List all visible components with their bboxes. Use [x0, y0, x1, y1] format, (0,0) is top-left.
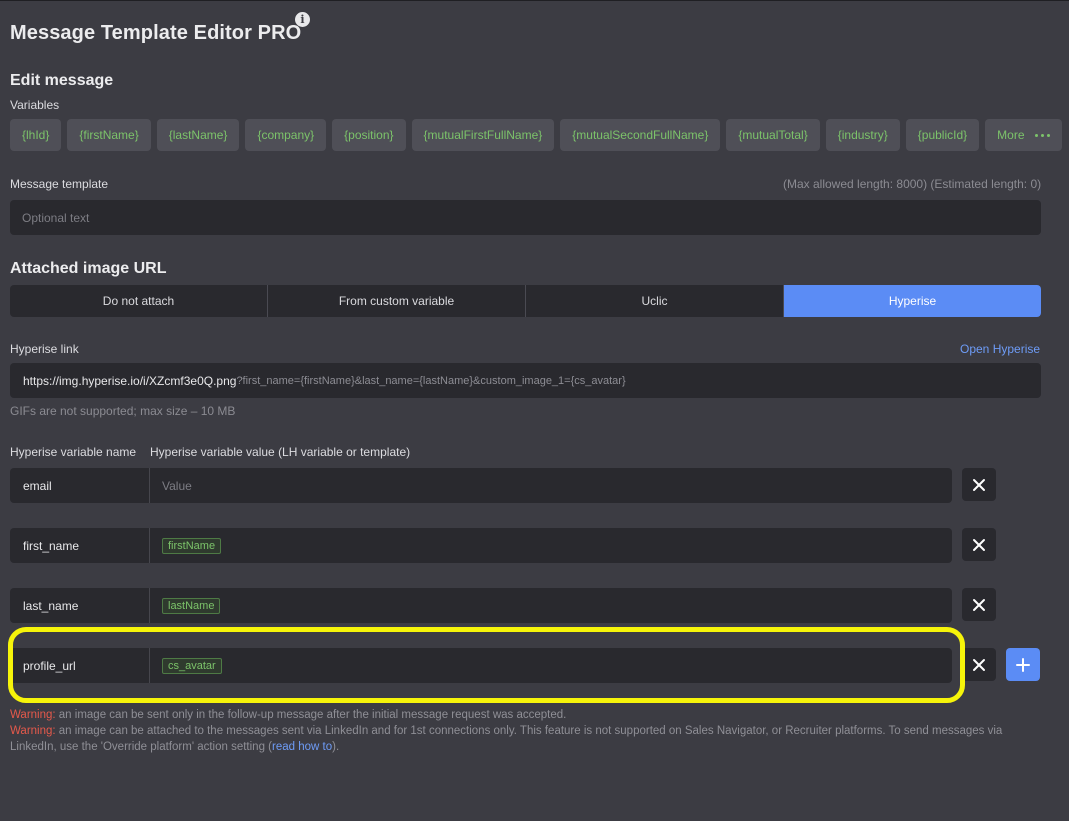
top-border [0, 0, 1069, 1]
variable-chip-position[interactable]: {position} [332, 119, 406, 151]
page-title: Message Template Editor PRO [10, 22, 302, 44]
message-template-label: Message template [10, 177, 109, 191]
variable-tag: firstName [162, 537, 222, 554]
variable-chip-firstname[interactable]: {firstName} [67, 119, 151, 151]
close-icon [973, 598, 985, 611]
read-how-to-link[interactable]: read how to [272, 741, 332, 753]
hyperise-link-input[interactable]: https://img.hyperise.io/i/XZcmf3e0Q.png?… [10, 363, 1041, 398]
close-icon [973, 538, 985, 551]
variable-value-field[interactable]: Value [150, 479, 192, 493]
open-hyperise-link[interactable]: Open Hyperise [960, 342, 1040, 356]
add-row-button[interactable] [1006, 648, 1040, 681]
message-template-input[interactable]: Optional text [10, 200, 1041, 235]
column-header-name: Hyperise variable name [10, 445, 137, 459]
remove-row-button[interactable] [962, 528, 996, 561]
hyperise-hint: GIFs are not supported; max size – 10 MB [10, 404, 236, 418]
message-template-placeholder: Optional text [22, 210, 90, 225]
variable-chip-mutualfirstfullname[interactable]: {mutualFirstFullName} [411, 119, 555, 151]
option-from-custom-variable[interactable]: From custom variable [268, 285, 526, 317]
hyperise-variable-row: first_name firstName [10, 528, 952, 563]
variable-name-field[interactable]: first_name [10, 528, 150, 563]
option-hyperise[interactable]: Hyperise [784, 285, 1041, 317]
hyperise-variable-row: profile_url cs_avatar [10, 648, 952, 683]
edit-message-heading: Edit message [10, 72, 114, 89]
variable-tag: cs_avatar [162, 657, 222, 674]
remove-row-button[interactable] [962, 648, 996, 681]
variable-name-field[interactable]: profile_url [10, 648, 150, 683]
variables-label: Variables [10, 98, 60, 112]
more-dots-icon [1034, 133, 1050, 137]
variables-chip-list: {lhId} {firstName} {lastName} {company} … [10, 119, 1062, 151]
warning-prefix: Warning: [10, 725, 56, 737]
variable-value-placeholder: Value [162, 478, 192, 493]
warning-text: an image can be sent only in the follow-… [55, 709, 567, 721]
variable-value-field[interactable]: cs_avatar [150, 657, 222, 674]
variable-chip-industry[interactable]: {industry} [825, 119, 900, 151]
remove-row-button[interactable] [962, 468, 996, 501]
hyperise-variable-row: email Value [10, 468, 952, 503]
close-icon [973, 658, 985, 671]
hyperise-variable-row: last_name lastName [10, 588, 952, 623]
hyperise-link-label: Hyperise link [10, 342, 79, 356]
variable-chip-mutualtotal[interactable]: {mutualTotal} [726, 119, 820, 151]
variable-value-field[interactable]: firstName [150, 537, 222, 554]
hyperise-url-main: https://img.hyperise.io/i/XZcmf3e0Q.png [23, 373, 237, 388]
more-variables-label: More [997, 128, 1025, 142]
variable-chip-lastname[interactable]: {lastName} [156, 119, 240, 151]
column-header-value: Hyperise variable value (LH variable or … [150, 445, 411, 459]
variable-chip-company[interactable]: {company} [245, 119, 327, 151]
variable-name-field[interactable]: last_name [10, 588, 150, 623]
close-icon [973, 478, 985, 491]
variable-value-field[interactable]: lastName [150, 597, 221, 614]
variable-chip-mutualsecondfullname[interactable]: {mutualSecondFullName} [560, 119, 721, 151]
warning-prefix: Warning: [10, 709, 56, 721]
length-info: (Max allowed length: 8000) (Estimated le… [783, 177, 1042, 191]
warning-text: an image can be attached to the messages… [10, 725, 1003, 753]
variable-chip-publicid[interactable]: {publicId} [905, 119, 980, 151]
hyperise-url-query: ?first_name={firstName}&last_name={lastN… [236, 374, 626, 387]
option-do-not-attach[interactable]: Do not attach [10, 285, 268, 317]
plus-icon [1016, 657, 1030, 672]
variable-tag: lastName [162, 597, 221, 614]
warning-text-end: ). [332, 741, 340, 753]
more-variables-button[interactable]: More [985, 119, 1062, 151]
warning-linkedin: Warning: an image can be attached to the… [10, 723, 1040, 755]
option-uclic[interactable]: Uclic [526, 285, 784, 317]
attached-image-heading: Attached image URL [10, 260, 167, 277]
variable-name-field[interactable]: email [10, 468, 150, 503]
remove-row-button[interactable] [962, 588, 996, 621]
variable-chip-lhid[interactable]: {lhId} [10, 119, 62, 151]
warning-followup: Warning: an image can be sent only in th… [10, 707, 1040, 723]
info-icon[interactable]: i [295, 12, 310, 27]
attach-mode-selector: Do not attach From custom variable Uclic… [10, 285, 1041, 317]
